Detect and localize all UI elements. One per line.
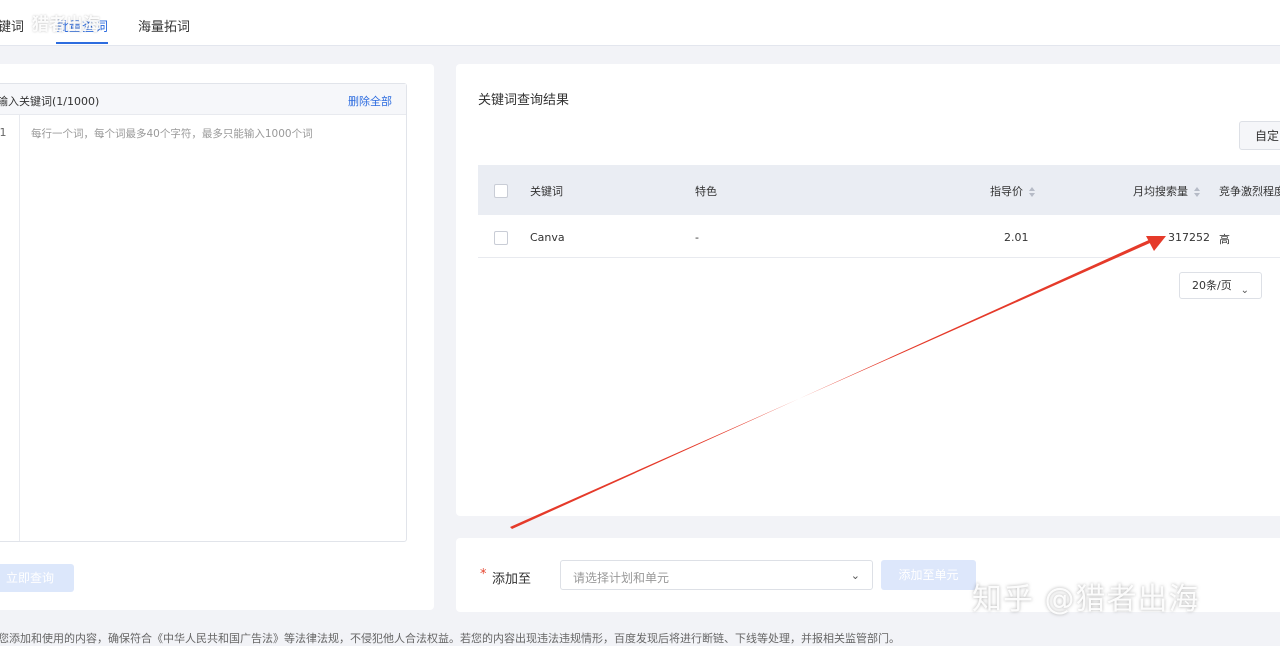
red-arrow-annotation — [510, 236, 1166, 529]
